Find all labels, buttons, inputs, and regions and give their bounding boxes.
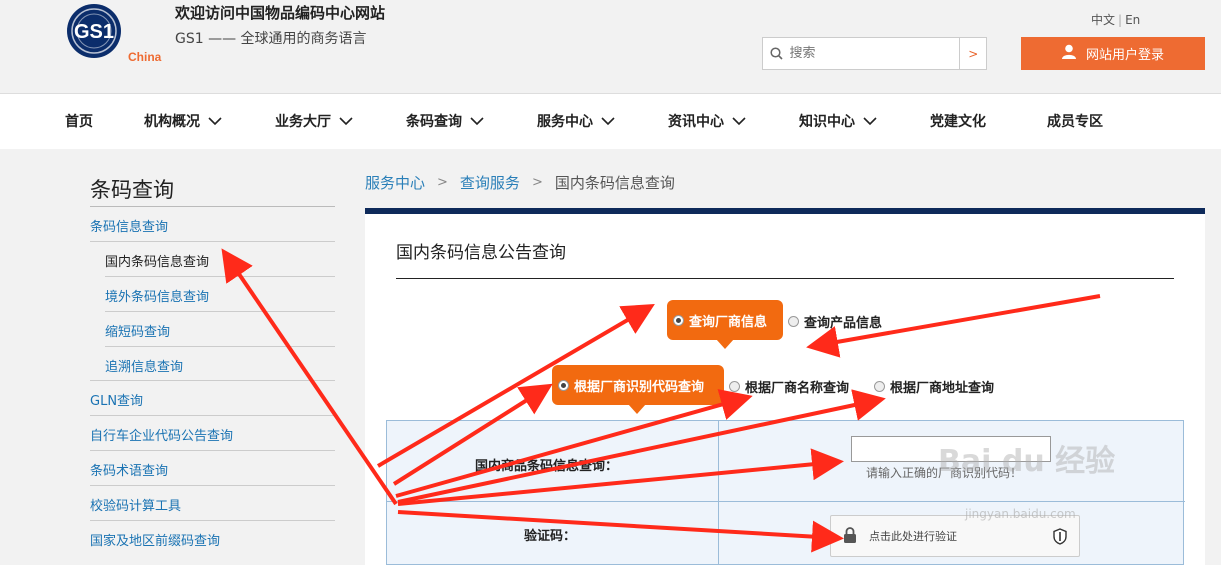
nav-label: 成员专区 (1047, 114, 1103, 130)
svg-text:GS1: GS1 (74, 21, 114, 43)
barcode-query-label: 国内商品条码信息查询： (475, 459, 619, 474)
nav-label: 资讯中心 (668, 114, 724, 130)
search-submit-button[interactable]: > (959, 38, 986, 69)
site-header: GS1 China 欢迎访问中国物品编码中心网站 GS1 —— 全球通用的商务语… (0, 0, 1221, 93)
baidu-watermark-url: jingyan.baidu.com (965, 507, 1076, 521)
nav-label: 机构概况 (144, 114, 200, 130)
search-input[interactable] (789, 38, 960, 69)
nav-business-hall[interactable]: 业务大厅 (275, 111, 353, 131)
chevron-down-icon (470, 117, 484, 126)
main-nav: 首页 机构概况 业务大厅 条码查询 服务中心 资讯中心 知识中心 党建文化 成员… (0, 93, 1221, 149)
gs1-china-logo[interactable]: GS1 China (64, 3, 168, 65)
lang-separator: | (1118, 13, 1123, 27)
title-divider (396, 278, 1174, 279)
radio-label: 查询产品信息 (804, 316, 883, 331)
chevron-down-icon (208, 117, 222, 126)
nav-member-zone[interactable]: 成员专区 (1047, 111, 1103, 131)
baidu-watermark: Bai du 经验 (938, 444, 1116, 479)
nav-party-culture[interactable]: 党建文化 (930, 111, 986, 131)
search-box: > (762, 37, 987, 70)
radio-query-product[interactable]: 查询产品信息 (788, 312, 882, 331)
sidebar-divider (90, 485, 335, 486)
nav-barcode-query[interactable]: 条码查询 (406, 111, 484, 131)
sidebar-item-prefix-code[interactable]: 国家及地区前缀码查询 (90, 530, 220, 549)
captcha-verify-label: 点击此处进行验证 (869, 530, 957, 543)
lang-en-link[interactable]: En (1125, 13, 1140, 27)
sidebar-divider (90, 450, 335, 451)
table-divider (718, 421, 719, 565)
lang-cn-link[interactable]: 中文 (1091, 13, 1115, 27)
radio-unchecked-icon (729, 381, 740, 392)
nav-label: 知识中心 (799, 114, 855, 130)
breadcrumb-service-center[interactable]: 服务中心 (365, 172, 425, 193)
search-icon (763, 47, 789, 60)
breadcrumb-separator: > (437, 175, 448, 190)
callout-tail (716, 339, 734, 349)
breadcrumb: 服务中心 > 查询服务 > 国内条码信息查询 (365, 172, 675, 193)
sidebar-divider (105, 346, 335, 347)
callout-tail (628, 404, 646, 414)
captcha-label: 验证码： (524, 529, 577, 544)
sidebar-divider (90, 241, 335, 242)
nav-service-center[interactable]: 服务中心 (537, 111, 615, 131)
radio-query-by-address[interactable]: 根据厂商地址查询 (874, 377, 994, 396)
sidebar-item-glossary[interactable]: 条码术语查询 (90, 460, 168, 479)
sidebar-divider (105, 276, 335, 277)
sidebar-divider (90, 520, 335, 521)
nav-label: 首页 (65, 114, 93, 130)
sidebar-item-traceability[interactable]: 追溯信息查询 (105, 356, 183, 375)
user-icon (1061, 44, 1076, 63)
chevron-down-icon (732, 117, 746, 126)
radio-label: 根据厂商名称查询 (745, 381, 850, 396)
nav-news-center[interactable]: 资讯中心 (668, 111, 746, 131)
radio-label: 查询厂商信息 (689, 314, 768, 330)
table-divider (387, 501, 1185, 502)
sidebar-item-gln[interactable]: GLN查询 (90, 390, 143, 409)
page-title: 国内条码信息公告查询 (396, 243, 566, 263)
nav-home[interactable]: 首页 (65, 111, 93, 131)
language-switch: 中文 | En (1091, 11, 1140, 28)
sidebar-item-barcode-info[interactable]: 条码信息查询 (90, 216, 168, 235)
shield-icon (1053, 528, 1067, 548)
user-login-label: 网站用户登录 (1085, 48, 1164, 63)
breadcrumb-separator: > (531, 175, 543, 190)
nav-about[interactable]: 机构概况 (144, 111, 222, 131)
site-title: 欢迎访问中国物品编码中心网站 (175, 4, 386, 22)
sidebar-divider (105, 311, 335, 312)
chevron-down-icon (863, 117, 877, 126)
user-login-button[interactable]: 网站用户登录 (1021, 37, 1205, 70)
sidebar-divider (90, 415, 335, 416)
radio-unchecked-icon (874, 381, 885, 392)
radio-checked-icon (558, 379, 569, 391)
nav-label: 服务中心 (537, 114, 593, 130)
site-subtitle: GS1 —— 全球通用的商务语言 (175, 31, 367, 47)
sidebar-item-short-code[interactable]: 缩短码查询 (105, 321, 170, 340)
sidebar-item-check-digit[interactable]: 校验码计算工具 (90, 495, 181, 514)
sidebar-item-bicycle-code[interactable]: 自行车企业代码公告查询 (90, 425, 233, 444)
chevron-down-icon (339, 117, 353, 126)
nav-label: 业务大厅 (275, 114, 331, 130)
sidebar-title-divider (90, 206, 335, 207)
chevron-down-icon (601, 117, 615, 126)
radio-checked-icon (673, 314, 684, 326)
lock-icon (843, 526, 857, 546)
breadcrumb-current: 国内条码信息查询 (554, 174, 675, 192)
radio-label: 根据厂商地址查询 (890, 381, 995, 396)
sidebar-item-overseas-barcode[interactable]: 境外条码信息查询 (105, 286, 209, 305)
captcha-verify-button[interactable]: 点击此处进行验证 (830, 515, 1080, 557)
radio-query-by-name[interactable]: 根据厂商名称查询 (729, 377, 849, 396)
radio-unchecked-icon (788, 316, 799, 327)
nav-knowledge-center[interactable]: 知识中心 (799, 111, 877, 131)
sidebar-item-domestic-barcode[interactable]: 国内条码信息查询 (105, 251, 209, 270)
radio-query-by-code[interactable]: 根据厂商识别代码查询 (552, 365, 724, 414)
sidebar-title: 条码查询 (90, 178, 174, 202)
radio-label: 根据厂商识别代码查询 (574, 379, 705, 395)
breadcrumb-query-service[interactable]: 查询服务 (460, 172, 520, 193)
sidebar-divider (90, 380, 335, 381)
nav-label: 条码查询 (406, 114, 462, 130)
radio-query-manufacturer[interactable]: 查询厂商信息 (667, 300, 783, 349)
svg-text:China: China (128, 50, 162, 64)
nav-label: 党建文化 (930, 114, 986, 130)
